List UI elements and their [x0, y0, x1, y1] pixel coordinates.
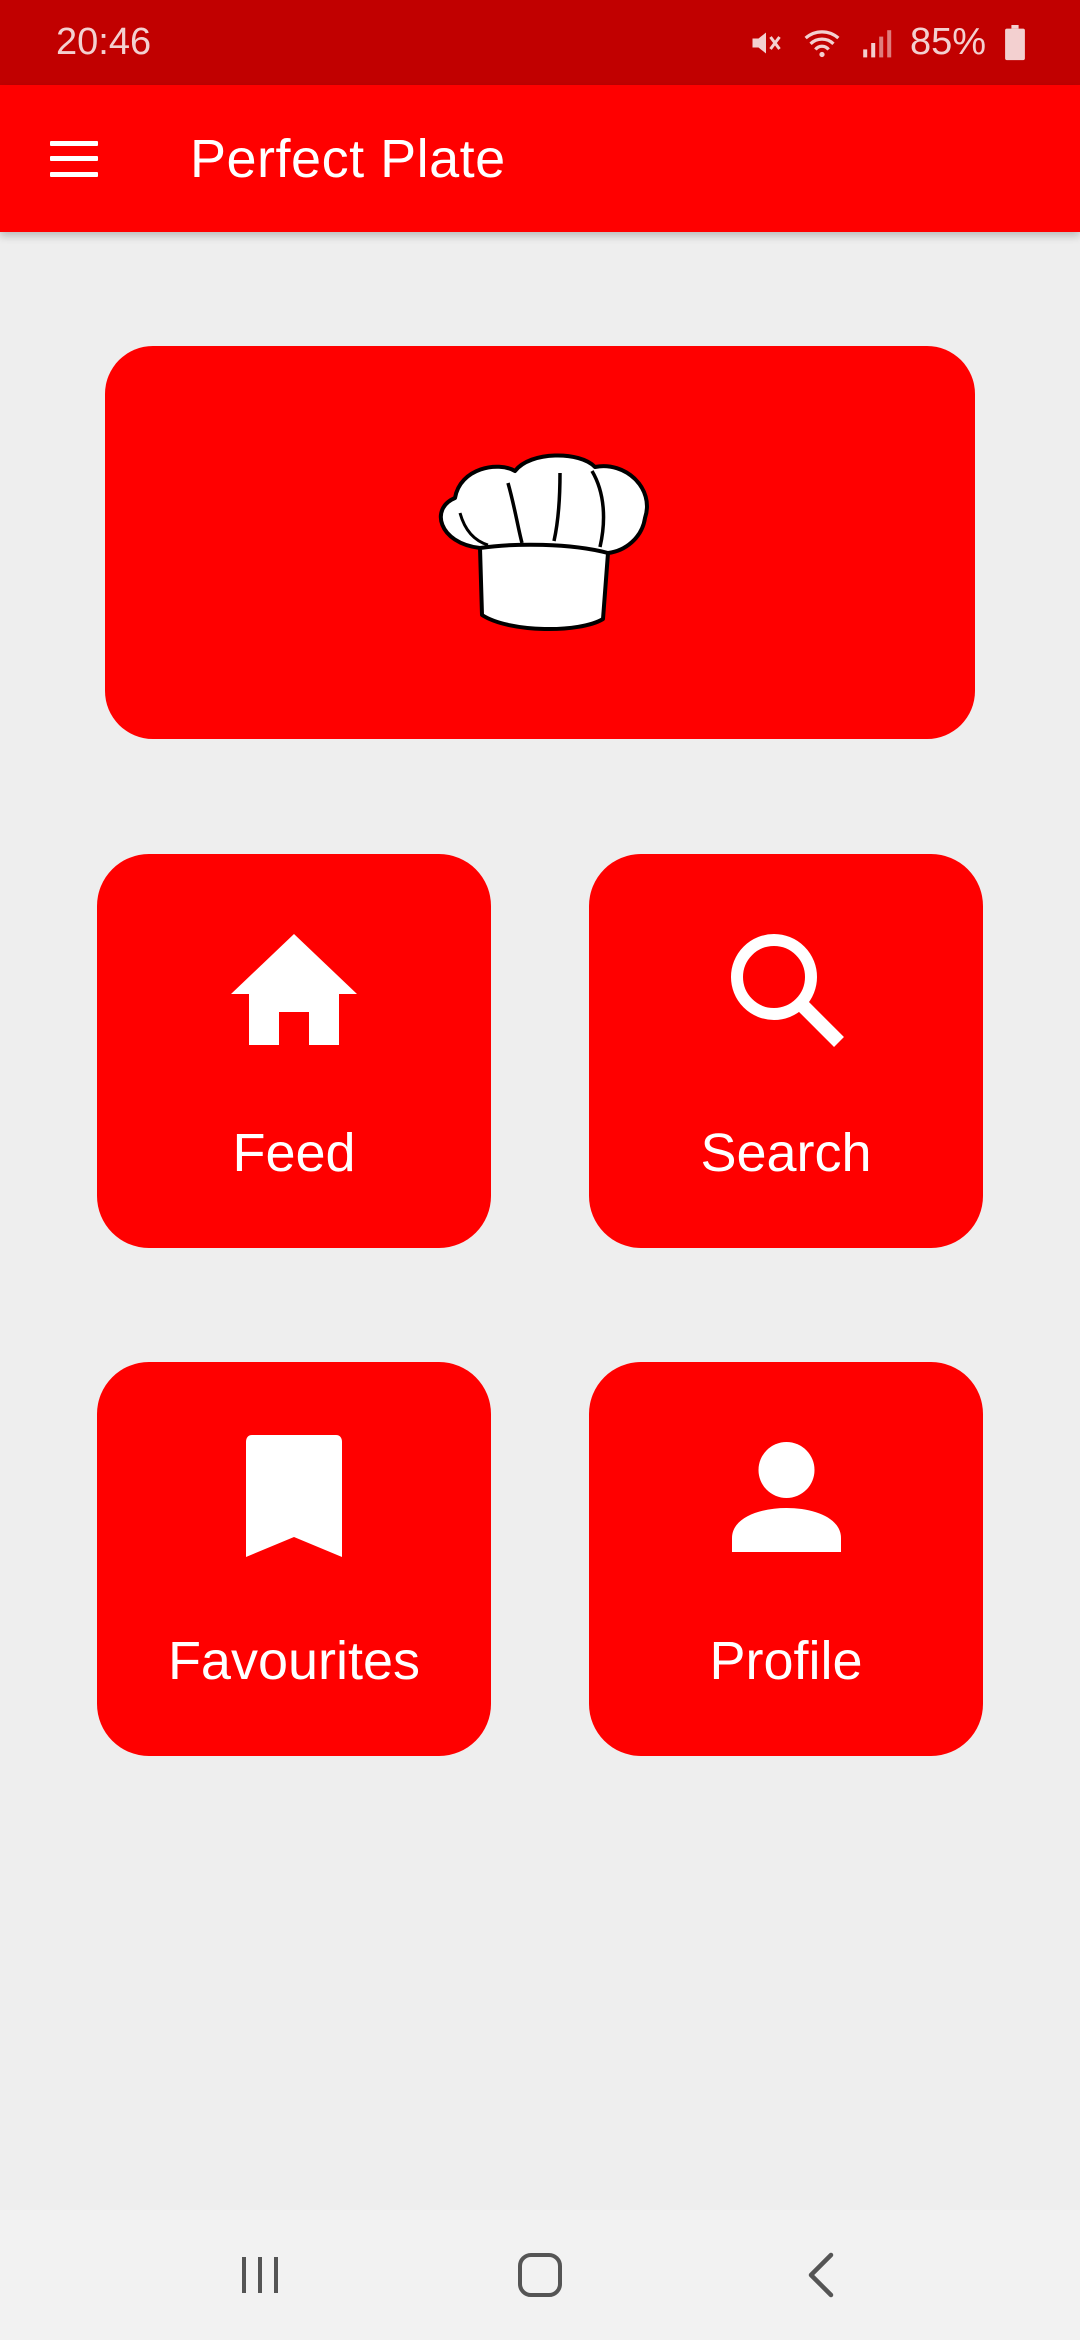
back-icon[interactable]	[780, 2235, 860, 2315]
favourites-button[interactable]: Favourites	[97, 1362, 491, 1756]
home-button-icon[interactable]	[500, 2235, 580, 2315]
search-label: Search	[700, 1123, 872, 1183]
favourites-label: Favourites	[167, 1631, 421, 1691]
status-icons: 85%	[748, 21, 1026, 64]
app-bar: Perfect Plate	[0, 85, 1080, 232]
profile-label: Profile	[709, 1631, 863, 1691]
battery-percent: 85%	[909, 21, 986, 63]
chef-hat-icon	[438, 453, 649, 631]
home-icon	[231, 933, 357, 1045]
search-icon	[730, 933, 844, 1047]
person-icon	[731, 1441, 841, 1552]
system-nav-bar	[0, 2210, 1080, 2340]
hero-banner	[105, 346, 975, 739]
hamburger-menu-icon[interactable]	[50, 140, 98, 177]
app-title: Perfect Plate	[190, 128, 506, 189]
profile-button[interactable]: Profile	[589, 1362, 983, 1756]
feed-label: Feed	[232, 1123, 356, 1183]
status-bar: 20:46 85%	[0, 0, 1080, 85]
wifi-icon	[804, 29, 840, 57]
search-button[interactable]: Search	[589, 854, 983, 1248]
bookmark-icon	[246, 1434, 342, 1557]
mute-icon	[752, 32, 781, 53]
recent-apps-icon[interactable]	[220, 2235, 300, 2315]
battery-icon	[1005, 24, 1025, 60]
status-time: 20:46	[56, 21, 152, 63]
feed-button[interactable]: Feed	[97, 854, 491, 1248]
signal-icon	[863, 29, 892, 57]
